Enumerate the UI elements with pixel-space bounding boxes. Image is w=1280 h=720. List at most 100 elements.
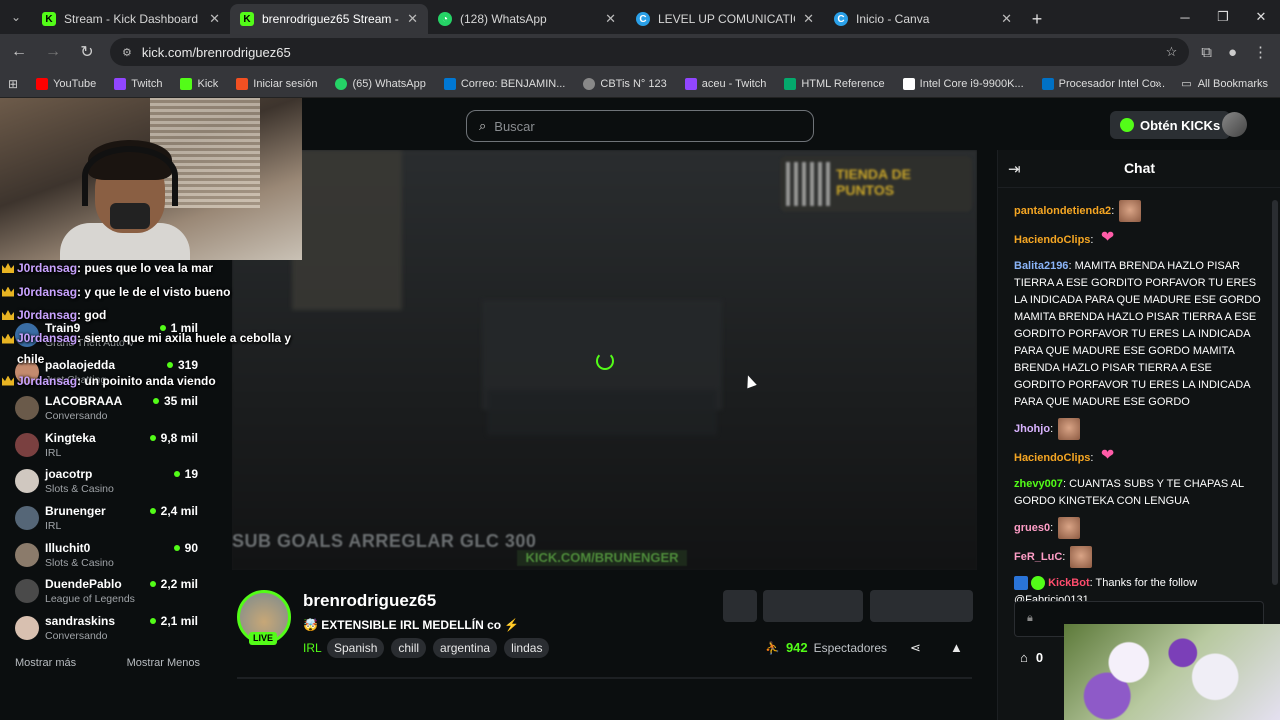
live-dot-icon	[152, 398, 159, 404]
tab-1[interactable]: K Stream - Kick Dashboard ✕	[32, 4, 230, 34]
minimize-icon[interactable]: ─	[1166, 0, 1204, 34]
live-dot-icon	[149, 618, 156, 624]
youtube-icon	[36, 77, 49, 90]
tag-chip[interactable]: Spanish	[327, 638, 385, 658]
avatar	[15, 433, 39, 457]
bookmark-amazon[interactable]: Intel Core i9-9900K...	[902, 77, 1024, 90]
kicks-coin-icon	[1120, 118, 1134, 132]
bookmark-twitch[interactable]: Twitch	[114, 77, 162, 90]
bookmark-kick[interactable]: Kick	[180, 77, 218, 90]
channel-points[interactable]: ⌂ 0	[1020, 650, 1043, 665]
store-icon: ⌂	[1020, 650, 1028, 665]
sidebar-item-lacobraaa[interactable]: LACOBRAAA Conversando 35 mil	[15, 394, 205, 428]
all-bookmarks[interactable]: » ▭ All Bookmarks	[1155, 77, 1268, 91]
whatsapp-icon	[335, 77, 348, 90]
get-kicks-button[interactable]: Obtén KICKs	[1110, 111, 1231, 139]
close-icon[interactable]: ✕	[209, 11, 220, 27]
bookmark-aceu[interactable]: aceu - Twitch	[684, 77, 766, 90]
sidebar-item-duendepablo[interactable]: DuendePablo League of Legends 2,2 mil	[15, 577, 205, 611]
video-kick-banner: KICK.COM/BRUNENGER	[517, 550, 687, 566]
sidebar-item-sandraskins[interactable]: sandraskins Conversando 2,1 mil	[15, 614, 205, 648]
avatar[interactable]	[1222, 112, 1247, 137]
menu-dots-icon[interactable]: ⋮	[1253, 43, 1268, 61]
bookmark-login[interactable]: Iniciar sesión	[236, 77, 318, 90]
profile-icon[interactable]: ●	[1228, 44, 1237, 61]
bookmark-html[interactable]: HTML Reference	[784, 77, 885, 90]
apps-grid-icon[interactable]: ⊞	[8, 77, 18, 91]
share-icon[interactable]: ⋖	[910, 640, 921, 656]
tab-search-chevron-icon[interactable]: ⌄	[0, 0, 32, 34]
sidebar-item-brunenger[interactable]: Brunenger IRL 2,4 mil	[15, 504, 205, 538]
stream-category-link[interactable]: IRL	[303, 641, 322, 655]
bookmark-intel[interactable]: Procesador Intel Co...	[1041, 77, 1165, 90]
chat-username[interactable]: KickBot	[1048, 577, 1090, 589]
tab-2[interactable]: K brenrodriguez65 Stream - Watc ✕	[230, 4, 428, 34]
chat-username[interactable]: pantalondetienda2	[1014, 205, 1111, 217]
close-icon[interactable]: ✕	[407, 11, 418, 27]
tab-5[interactable]: C Inicio - Canva ✕	[824, 4, 1022, 34]
channel-name: Kingteka	[45, 431, 96, 445]
reload-icon[interactable]: ↻	[76, 42, 98, 62]
forward-arrow-icon[interactable]: →	[42, 43, 64, 61]
bookmarks-bar: ⊞ YouTube Twitch Kick Iniciar sesión (65…	[0, 70, 1280, 98]
emote-face-icon	[1058, 517, 1081, 539]
tag-chip[interactable]: chill	[391, 638, 427, 658]
more-bookmarks-chevron-icon[interactable]: »	[1155, 78, 1161, 90]
kick-icon: K	[42, 12, 56, 26]
url-bar[interactable]: ⚙ kick.com/brenrodriguez65 ☆	[110, 38, 1190, 66]
chat-username[interactable]: HaciendoClips	[1014, 234, 1090, 246]
tab-3[interactable]: ◔ (128) WhatsApp ✕	[428, 4, 626, 34]
action-button-placeholder[interactable]	[723, 590, 757, 622]
tab-4[interactable]: C LEVEL UP COMUNICATIONS - P ✕	[626, 4, 824, 34]
bookmark-star-icon[interactable]: ☆	[1166, 44, 1178, 60]
restore-icon[interactable]: ❐	[1204, 0, 1242, 34]
new-tab-plus-icon[interactable]: +	[1022, 4, 1052, 34]
streamer-name[interactable]: brenrodriguez65	[303, 591, 436, 611]
overlay-chat-user: J0rdansag	[17, 373, 78, 388]
flower-image	[1064, 624, 1280, 720]
extensions-icon[interactable]: ⧉	[1201, 44, 1212, 61]
channel-category: Conversando	[45, 630, 108, 642]
viewer-count: 2,1 mil	[149, 614, 198, 628]
tag-chip[interactable]: lindas	[504, 638, 550, 658]
sidebar-item-kingteka[interactable]: Kingteka IRL 9,8 mil	[15, 431, 205, 465]
chat-scrollbar[interactable]	[1272, 200, 1278, 585]
bookmark-label: (65) WhatsApp	[352, 77, 426, 90]
tag-chip[interactable]: argentina	[433, 638, 498, 658]
sidebar-item-joacotrp[interactable]: joacotrp Slots & Casino 19	[15, 467, 205, 501]
chat-username[interactable]: HaciendoClips	[1014, 452, 1090, 464]
lock-icon: 🔒︎	[1027, 612, 1033, 624]
overlay-chat-user: J0rdansag	[17, 308, 78, 322]
show-more-link[interactable]: Mostrar más	[15, 657, 76, 669]
webcam-overlay	[0, 98, 302, 260]
site-info-icon[interactable]: ⚙	[122, 46, 132, 59]
bookmark-mail[interactable]: Correo: BENJAMIN...	[443, 77, 565, 90]
chat-username[interactable]: Balita2196	[1014, 260, 1068, 272]
chat-username[interactable]: Jhohjo	[1014, 423, 1050, 435]
chat-message: pantalondetienda2:	[1014, 200, 1264, 222]
bookmark-cbtis[interactable]: CBTis N° 123	[583, 77, 667, 90]
chat-username[interactable]: grues0	[1014, 522, 1050, 534]
report-warning-icon[interactable]: ▲	[950, 640, 963, 655]
search-input[interactable]: ⌕ Buscar	[466, 110, 814, 142]
bot-badges	[1014, 576, 1045, 591]
action-button-placeholder[interactable]	[763, 590, 863, 622]
chat-username[interactable]: zhevy007	[1014, 478, 1063, 490]
close-icon[interactable]: ✕	[803, 11, 814, 27]
overlay-chat-text: : y que le de el visto bueno	[77, 284, 231, 299]
close-window-icon[interactable]: ✕	[1242, 0, 1280, 34]
search-placeholder: Buscar	[494, 118, 535, 134]
video-player[interactable]: TIENDA DE PUNTOS SUB GOALS ARREGLAR GLC …	[232, 150, 977, 570]
bookmark-label: Iniciar sesión	[253, 77, 318, 90]
bookmark-whatsapp[interactable]: (65) WhatsApp	[335, 77, 426, 90]
back-arrow-icon[interactable]: ←	[8, 43, 30, 61]
sidebar-item-illuchit0[interactable]: Illuchit0 Slots & Casino 90	[15, 541, 205, 575]
viewer-count-text: 35 mil	[163, 394, 198, 408]
chat-username[interactable]: FeR_LuC	[1014, 551, 1062, 563]
close-icon[interactable]: ✕	[1001, 11, 1012, 27]
action-button-placeholder[interactable]	[870, 590, 973, 622]
close-icon[interactable]: ✕	[605, 11, 616, 27]
show-less-link[interactable]: Mostrar Menos	[127, 657, 200, 669]
viewer-count-text: 90	[184, 541, 198, 555]
bookmark-youtube[interactable]: YouTube	[36, 77, 96, 90]
